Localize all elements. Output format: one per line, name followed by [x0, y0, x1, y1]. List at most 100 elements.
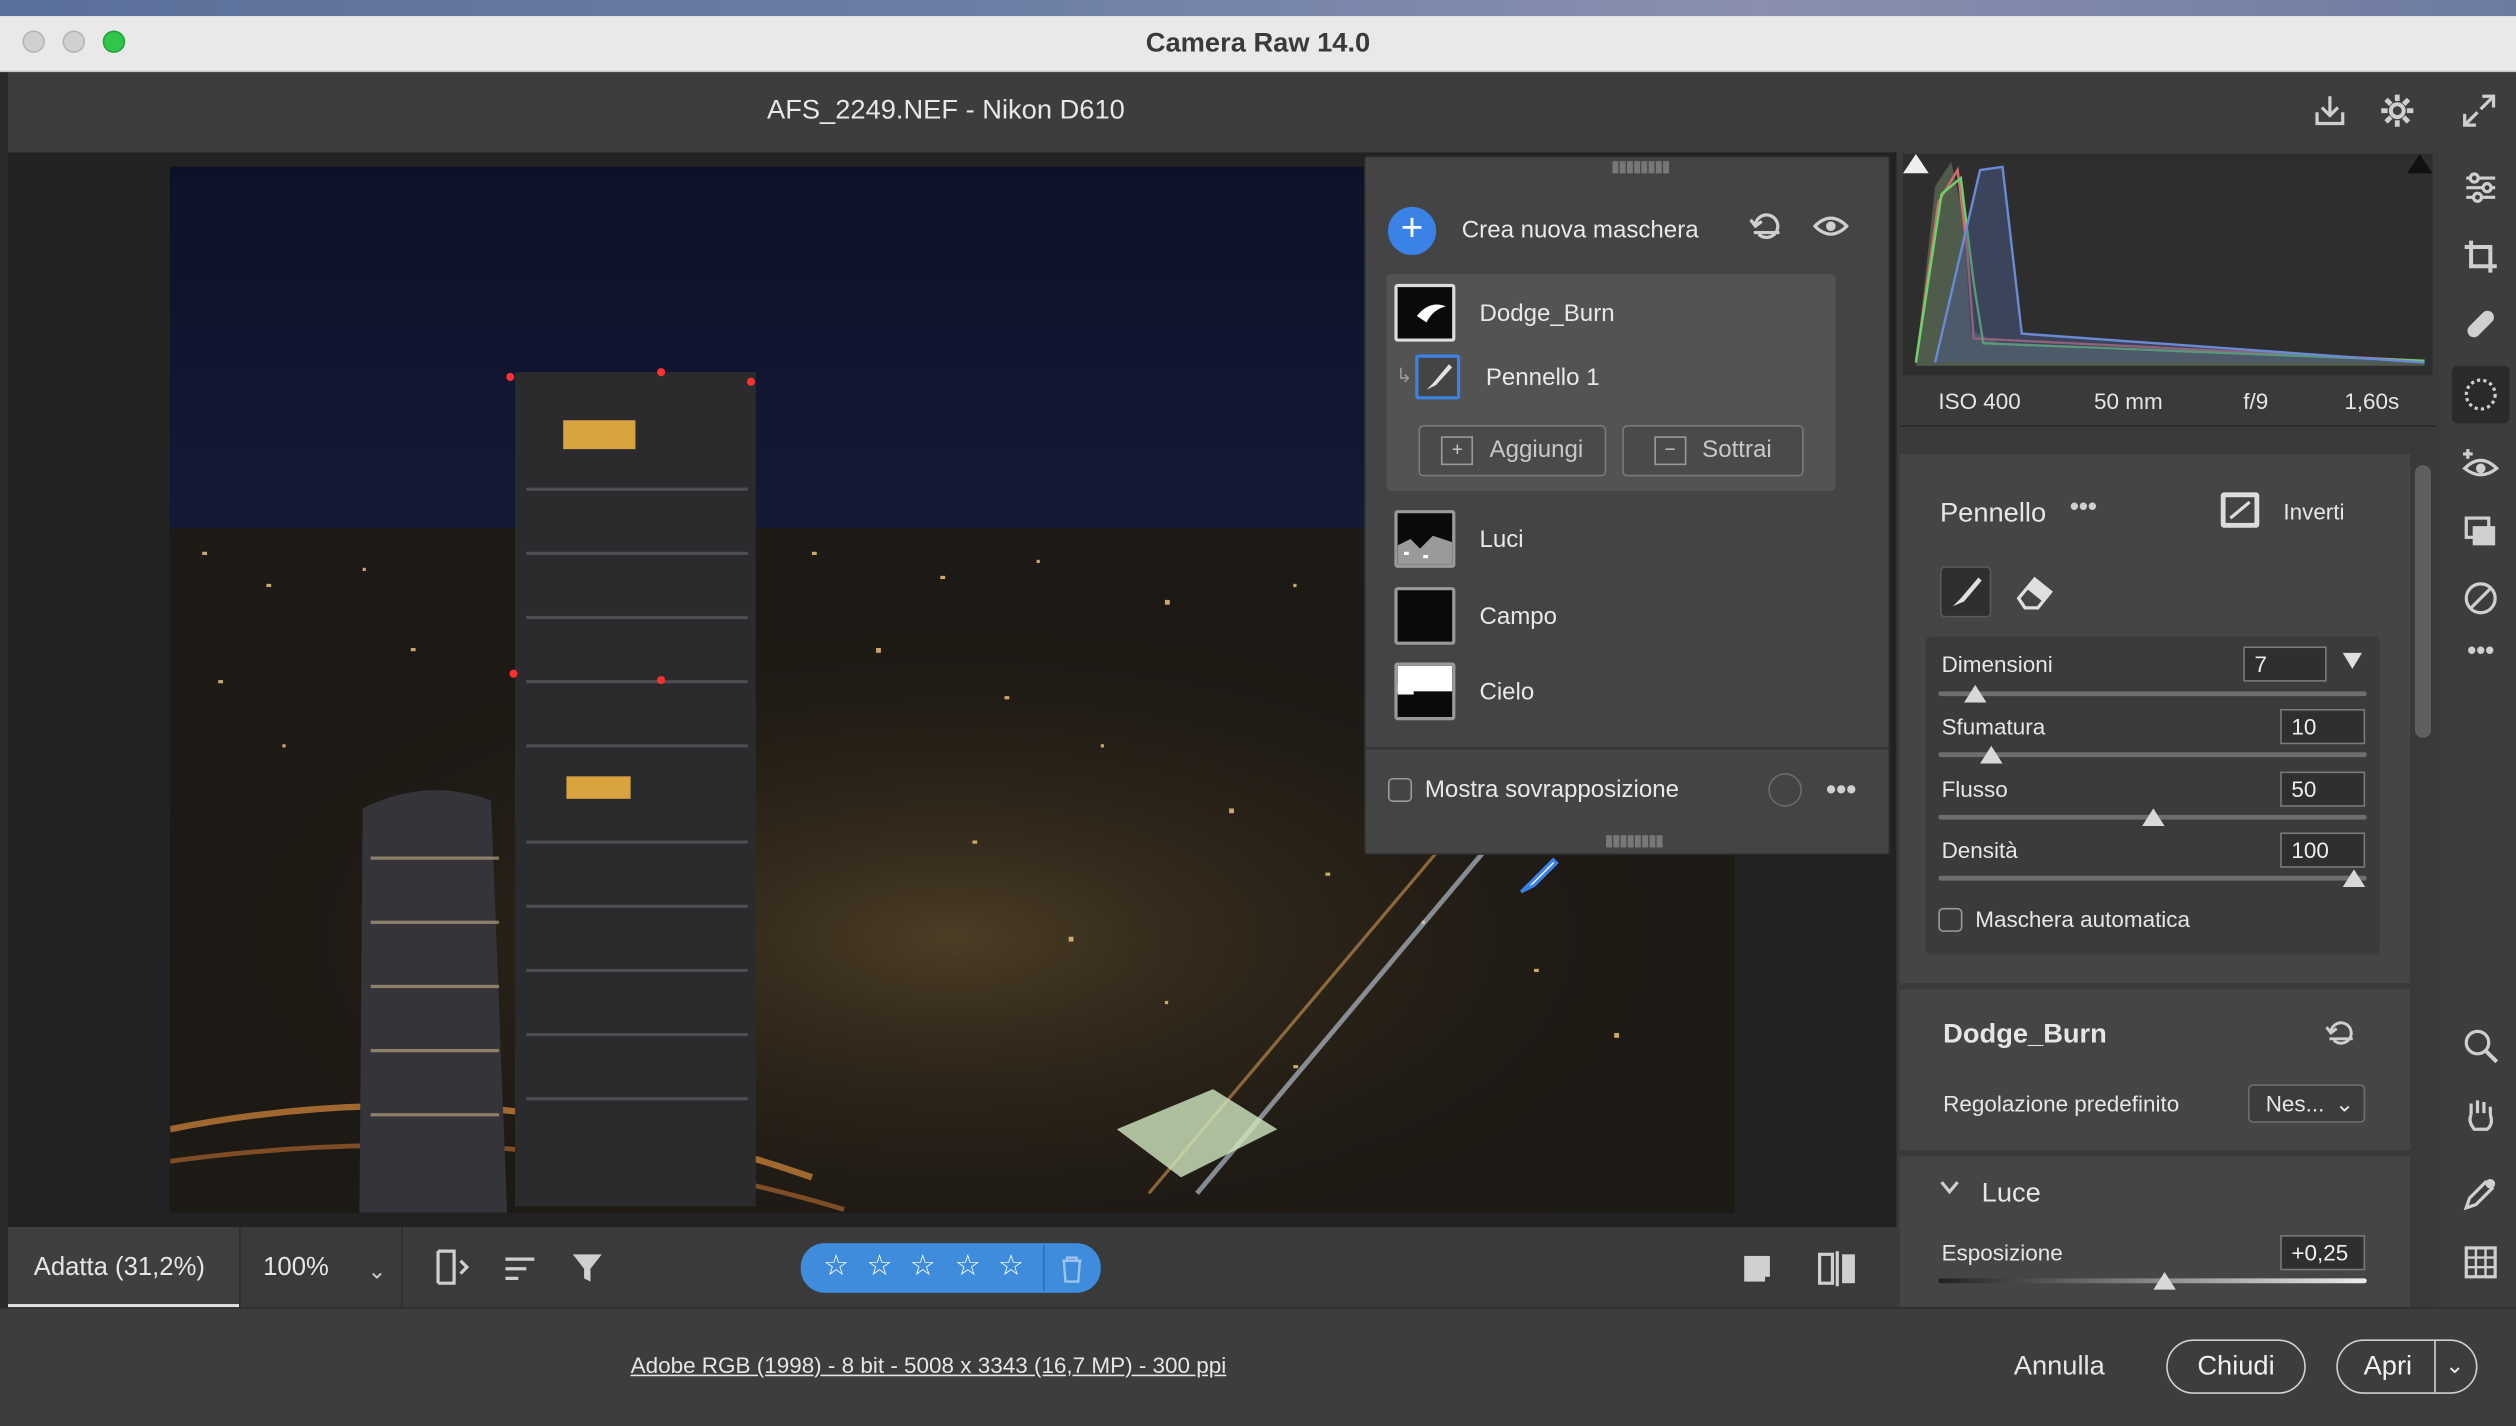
size-slider-handle[interactable] [1964, 684, 1987, 703]
zoom-100-label[interactable]: 100% [263, 1254, 329, 1283]
reset-adjust-icon[interactable] [2325, 1017, 2357, 1057]
chevron-down-icon[interactable]: ⌄ [2445, 1341, 2464, 1391]
fullscreen-icon[interactable] [2460, 91, 2499, 139]
hand-icon[interactable] [2457, 1096, 2505, 1144]
star-icon[interactable]: ☆ [866, 1250, 892, 1284]
star-icon[interactable]: ☆ [998, 1250, 1024, 1284]
star-icon[interactable]: ☆ [823, 1250, 849, 1284]
heal-icon[interactable] [2457, 305, 2505, 353]
presets-icon[interactable] [2457, 579, 2505, 627]
save-icon[interactable] [2311, 91, 2350, 139]
preset-dropdown[interactable]: Nes... ⌄ [2248, 1084, 2366, 1123]
fit-zoom-label: Adatta (31,2%) [33, 1254, 205, 1282]
crop-icon[interactable] [2457, 237, 2505, 285]
brush-component-icon[interactable] [1415, 354, 1461, 400]
mask-name-campo[interactable]: Campo [1479, 603, 1557, 630]
done-button[interactable]: Chiudi [2166, 1339, 2306, 1394]
show-overlay-label: Mostra sovrapposizione [1424, 776, 1680, 804]
menu-bar [0, 0, 2516, 17]
size-dropdown-icon[interactable] [2342, 652, 2362, 669]
zoom-icon[interactable] [2457, 1027, 2505, 1075]
highlight-clipping-icon[interactable] [2406, 153, 2433, 174]
open-button[interactable]: Apri ⌄ [2336, 1339, 2478, 1394]
component-name[interactable]: Pennello 1 [1486, 364, 1600, 391]
scrollbar-thumb[interactable] [2414, 465, 2431, 738]
grid-icon[interactable] [2457, 1243, 2505, 1291]
trash-icon[interactable] [1059, 1254, 1085, 1291]
mask-name-dodge-burn[interactable]: Dodge_Burn [1479, 300, 1614, 327]
density-slider-handle[interactable] [2342, 869, 2366, 888]
compare-icon[interactable] [1818, 1251, 1857, 1294]
workflow-options-link[interactable]: Adobe RGB (1998) - 8 bit - 5008 x 3343 (… [631, 1352, 1227, 1378]
masking-icon[interactable] [2451, 365, 2510, 424]
size-value[interactable]: 7 [2243, 646, 2327, 682]
mask-thumbnail-dodge-burn[interactable] [1394, 283, 1456, 342]
invert-label[interactable]: Inverti [2283, 499, 2344, 525]
star-icon[interactable]: ☆ [910, 1250, 936, 1284]
cancel-button[interactable]: Annulla [2014, 1351, 2105, 1383]
mask-name-luci[interactable]: Luci [1479, 526, 1523, 553]
subtract-icon: − [1654, 436, 1687, 466]
gear-icon[interactable] [2378, 91, 2417, 139]
shadow-clipping-icon[interactable] [1903, 153, 1929, 174]
brush-more-icon[interactable]: ••• [2070, 494, 2097, 523]
eye-icon[interactable] [1812, 210, 1850, 250]
left-edge [0, 72, 9, 1426]
auto-mask-checkbox[interactable] [1938, 907, 1963, 932]
panel-grip-bottom[interactable]: ▮▮▮▮▮▮▮▮ [1605, 832, 1664, 850]
show-overlay-checkbox[interactable] [1387, 777, 1413, 802]
create-mask-button[interactable]: + [1387, 206, 1437, 256]
mask-adjust-title: Dodge_Burn [1943, 1018, 2107, 1050]
single-view-icon[interactable] [1743, 1254, 1775, 1294]
brush-title: Pennello [1939, 497, 2047, 528]
add-button[interactable]: + Aggiungi [1418, 425, 1607, 477]
exposure-value[interactable]: +0,25 [2280, 1235, 2366, 1271]
brush-cursor-icon [1515, 853, 1560, 906]
more-options-icon[interactable]: ••• [1826, 773, 1856, 807]
add-label: Aggiungi [1489, 436, 1584, 464]
panel-grip-top[interactable]: ▮▮▮▮▮▮▮▮ [1611, 159, 1670, 177]
density-value[interactable]: 100 [2280, 832, 2366, 868]
more-tools-icon[interactable]: ••• [2457, 638, 2505, 667]
feather-value[interactable]: 10 [2280, 708, 2366, 745]
filter-icon[interactable] [570, 1250, 605, 1293]
light-section-label[interactable]: Luce [1982, 1177, 2041, 1209]
exif-focal: 50 mm [2094, 388, 2163, 414]
edit-sliders-icon[interactable] [2457, 168, 2505, 216]
snapshots-icon[interactable] [2457, 513, 2505, 561]
brush-icon[interactable] [1939, 566, 1992, 618]
component-link-icon: ↳ [1396, 364, 1413, 387]
flow-label: Flusso [1941, 776, 2008, 802]
flow-value[interactable]: 50 [2280, 771, 2366, 807]
exposure-label: Esposizione [1941, 1239, 2063, 1266]
density-slider[interactable] [1938, 875, 2367, 881]
auto-mask-label: Maschera automatica [1975, 906, 2191, 932]
light-chevron-icon[interactable] [1938, 1176, 1960, 1203]
mask-thumbnail-cielo[interactable] [1394, 662, 1456, 721]
sort-icon[interactable] [502, 1251, 537, 1294]
subtract-label: Sottrai [1702, 436, 1772, 464]
filmstrip-icon[interactable] [435, 1248, 470, 1295]
invert-icon[interactable] [2220, 492, 2260, 528]
reset-masks-icon[interactable] [1749, 209, 1784, 252]
size-slider[interactable] [1938, 691, 2367, 697]
mask-name-cielo[interactable]: Cielo [1479, 678, 1534, 705]
overlay-color-swatch[interactable] [1768, 773, 1802, 807]
subtract-button[interactable]: − Sottrai [1622, 425, 1804, 477]
eraser-icon[interactable] [2012, 569, 2057, 622]
zoom-dropdown-icon[interactable]: ⌄ [367, 1258, 386, 1285]
color-sampler-icon[interactable] [2457, 1174, 2505, 1222]
feather-label: Sfumatura [1941, 713, 2046, 740]
divider [239, 1227, 241, 1308]
mask-thumbnail-luci[interactable] [1394, 510, 1456, 568]
open-label: Apri [2363, 1350, 2413, 1382]
exposure-slider-handle[interactable] [2153, 1271, 2176, 1290]
feather-slider-handle[interactable] [1980, 745, 2003, 764]
flow-slider-handle[interactable] [2141, 808, 2164, 827]
mask-thumbnail-campo[interactable] [1394, 587, 1456, 645]
redeye-icon[interactable] [2457, 446, 2505, 494]
masks-panel [1363, 155, 1891, 855]
preset-value: Nes... [2265, 1090, 2325, 1117]
chevron-down-icon: ⌄ [2335, 1090, 2354, 1117]
star-icon[interactable]: ☆ [955, 1250, 981, 1284]
